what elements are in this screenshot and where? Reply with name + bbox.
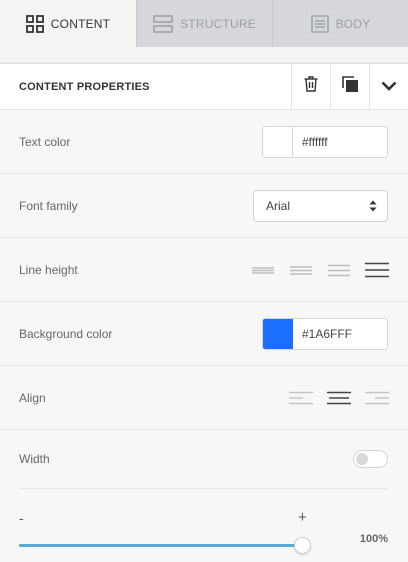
trash-icon xyxy=(304,76,318,97)
line-height-options xyxy=(244,262,396,278)
tab-bar: CONTENT STRUCTURE BODY xyxy=(0,0,408,47)
line-height-4-icon[interactable] xyxy=(358,262,396,278)
width-slider-track[interactable] xyxy=(19,544,302,547)
slider-min-label: - xyxy=(19,510,24,526)
background-color-swatch[interactable] xyxy=(263,318,293,349)
tab-structure-label: STRUCTURE xyxy=(180,16,256,31)
align-left-icon[interactable] xyxy=(282,391,320,405)
width-slider-thumb[interactable] xyxy=(294,537,311,554)
tab-content-label: CONTENT xyxy=(50,16,111,31)
content-properties-panel: CONTENT PROPERTIES Text color #ffffff Fo… xyxy=(0,63,408,562)
background-color-input[interactable]: #1A6FFF xyxy=(262,317,388,350)
select-caret-icon xyxy=(369,199,377,213)
text-color-input[interactable]: #ffffff xyxy=(262,125,388,158)
grid-icon xyxy=(25,14,44,33)
line-height-3-icon[interactable] xyxy=(320,263,358,277)
width-label: Width xyxy=(19,452,50,466)
line-height-2-icon[interactable] xyxy=(282,263,320,277)
panel-header: CONTENT PROPERTIES xyxy=(0,63,408,110)
width-auto-toggle[interactable] xyxy=(353,450,388,468)
width-slider-fill xyxy=(19,544,302,547)
tab-content[interactable]: CONTENT xyxy=(0,0,136,47)
toggle-knob xyxy=(356,453,368,465)
text-color-swatch[interactable] xyxy=(263,126,293,157)
align-row: Align xyxy=(0,366,408,430)
background-color-row: Background color #1A6FFF xyxy=(0,302,408,366)
panel-title: CONTENT PROPERTIES xyxy=(19,80,150,93)
line-height-1-icon[interactable] xyxy=(244,263,282,277)
rows-icon xyxy=(153,14,173,33)
tab-body[interactable]: BODY xyxy=(272,0,408,47)
width-value: 100% xyxy=(359,533,388,545)
background-color-hex[interactable]: #1A6FFF xyxy=(293,319,387,349)
text-color-row: Text color #ffffff xyxy=(0,110,408,174)
text-color-hex[interactable]: #ffffff xyxy=(293,127,387,157)
duplicate-button[interactable] xyxy=(330,63,369,110)
slider-max-label: + xyxy=(298,509,307,526)
width-row: Width xyxy=(0,430,408,488)
width-slider-area: - + 100% xyxy=(0,488,408,562)
font-family-label: Font family xyxy=(19,198,78,213)
font-family-row: Font family Arial xyxy=(0,174,408,238)
delete-button[interactable] xyxy=(291,63,330,110)
chevron-down-icon xyxy=(381,78,397,96)
align-right-icon[interactable] xyxy=(358,391,396,405)
document-icon xyxy=(310,14,329,33)
tab-structure[interactable]: STRUCTURE xyxy=(136,0,272,47)
duplicate-icon xyxy=(341,75,359,98)
background-color-label: Background color xyxy=(19,326,113,341)
line-height-label: Line height xyxy=(19,262,78,277)
align-options xyxy=(282,391,396,405)
font-family-value: Arial xyxy=(266,198,291,213)
collapse-button[interactable] xyxy=(369,63,408,110)
tab-body-label: BODY xyxy=(335,16,371,31)
text-color-label: Text color xyxy=(19,134,71,149)
line-height-row: Line height xyxy=(0,238,408,302)
align-center-icon[interactable] xyxy=(320,391,358,405)
align-label: Align xyxy=(19,390,46,405)
font-family-select[interactable]: Arial xyxy=(253,189,388,222)
